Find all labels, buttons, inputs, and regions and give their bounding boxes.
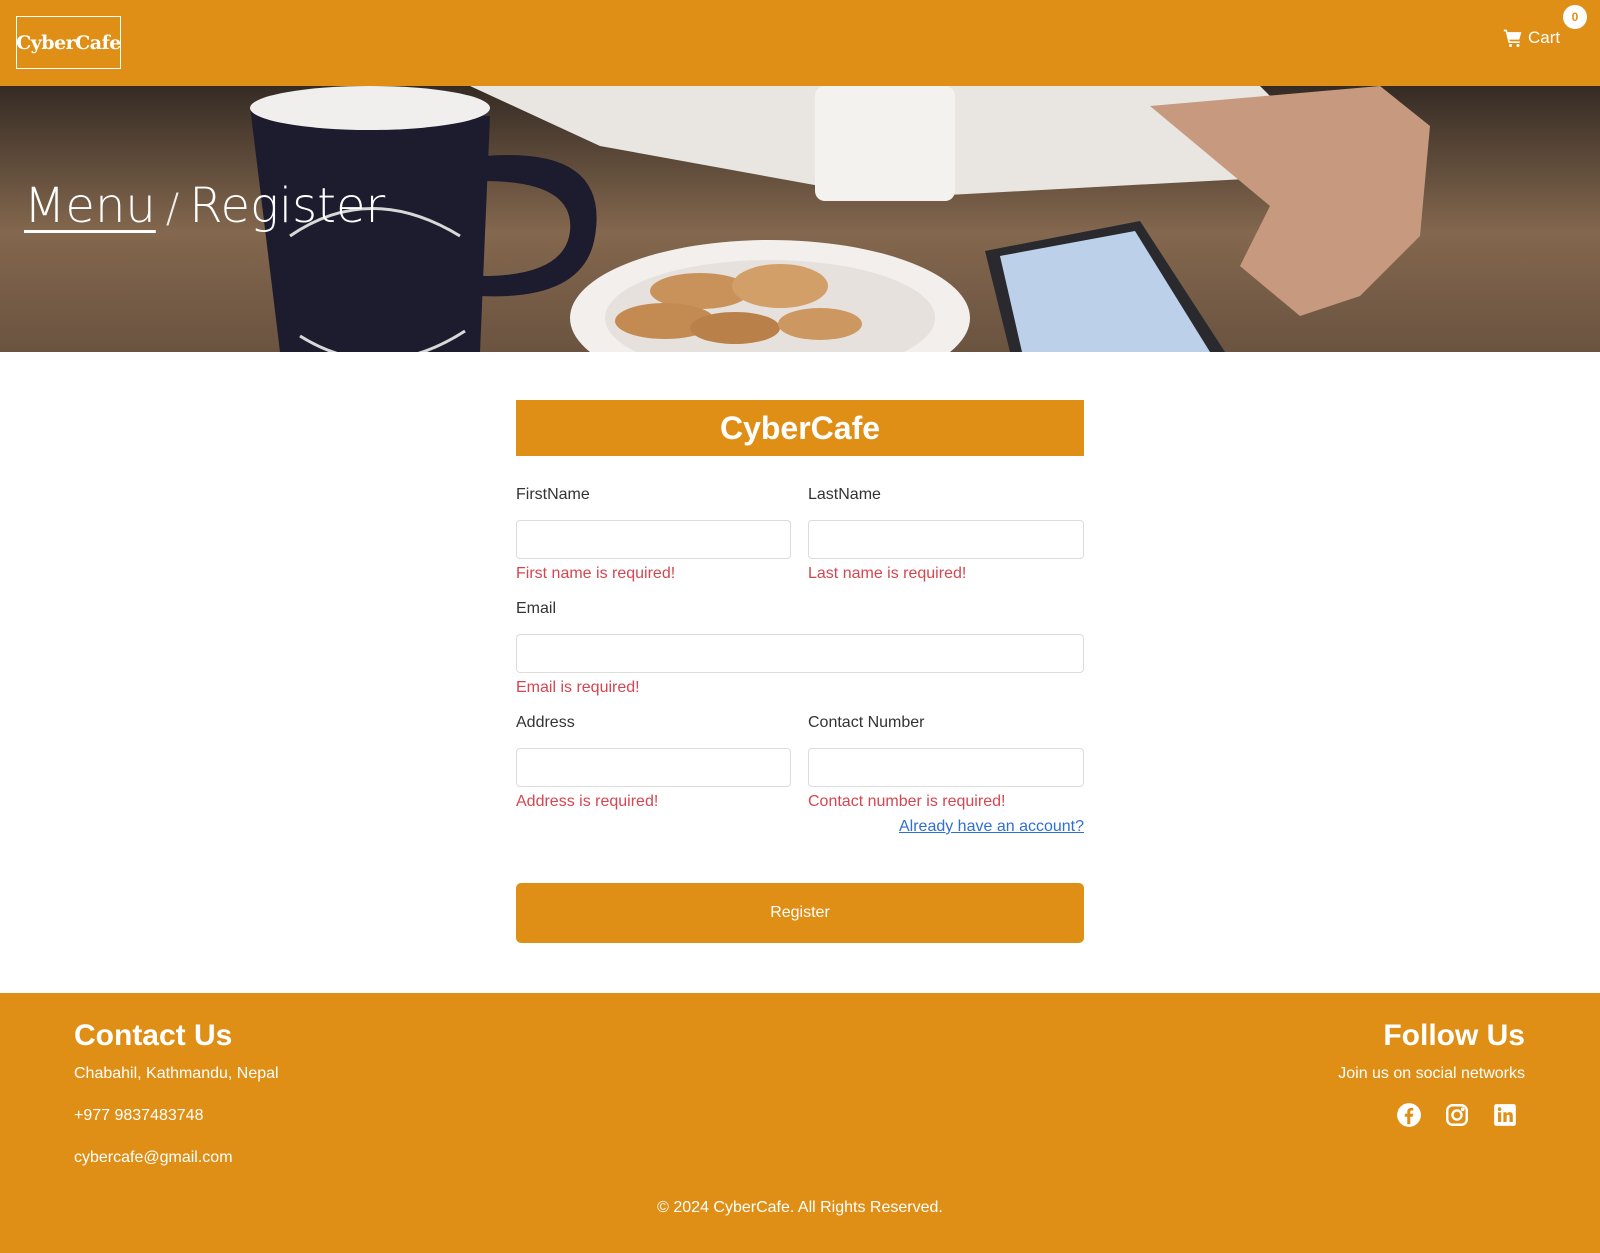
- follow-us-heading: Follow Us: [1383, 1019, 1525, 1052]
- contact-us-heading: Contact Us: [74, 1019, 233, 1052]
- cart-count-badge: 0: [1563, 5, 1587, 29]
- breadcrumb-menu-link[interactable]: Menu: [24, 178, 156, 234]
- first-name-input[interactable]: [516, 520, 791, 559]
- contact-number-label: Contact Number: [808, 714, 925, 731]
- hero-banner: Menu / Register: [0, 86, 1600, 352]
- email-group: Email Email is required!: [516, 600, 1084, 697]
- already-have-account-link[interactable]: Already have an account?: [899, 818, 1084, 836]
- address-label: Address: [516, 714, 575, 731]
- top-navbar: CyberCafe Cart 0: [0, 0, 1600, 86]
- breadcrumb-separator: /: [165, 186, 180, 232]
- copyright-text: © 2024 CyberCafe. All Rights Reserved.: [657, 1199, 943, 1216]
- email-label: Email: [516, 600, 557, 617]
- first-name-group: FirstName First name is required!: [516, 486, 791, 583]
- breadcrumb-current: Register: [189, 178, 386, 234]
- follow-us-subtitle: Join us on social networks: [1338, 1065, 1525, 1082]
- first-name-error: First name is required!: [516, 565, 676, 582]
- shopping-cart-icon: [1503, 28, 1523, 48]
- last-name-input[interactable]: [808, 520, 1084, 559]
- last-name-error: Last name is required!: [808, 565, 967, 582]
- social-links: [1396, 1102, 1518, 1128]
- contact-number-error: Contact number is required!: [808, 793, 1006, 810]
- form-title: CyberCafe: [516, 400, 1084, 456]
- email-error: Email is required!: [516, 679, 640, 696]
- logo[interactable]: CyberCafe: [16, 16, 121, 69]
- address-error: Address is required!: [516, 793, 659, 810]
- first-name-label: FirstName: [516, 486, 590, 503]
- breadcrumb: Menu / Register: [24, 178, 385, 234]
- register-button[interactable]: Register: [516, 883, 1084, 943]
- footer-email: cybercafe@gmail.com: [74, 1149, 233, 1166]
- address-group: Address Address is required!: [516, 714, 791, 811]
- cart-button[interactable]: Cart: [1503, 26, 1560, 50]
- facebook-icon[interactable]: [1396, 1102, 1422, 1128]
- contact-number-input[interactable]: [808, 748, 1084, 787]
- contact-number-group: Contact Number Contact number is require…: [808, 714, 1084, 811]
- instagram-icon[interactable]: [1444, 1102, 1470, 1128]
- footer-address: Chabahil, Kathmandu, Nepal: [74, 1065, 279, 1082]
- register-form: CyberCafe FirstName First name is requir…: [516, 400, 1084, 943]
- footer: Contact Us Chabahil, Kathmandu, Nepal +9…: [0, 993, 1600, 1253]
- address-input[interactable]: [516, 748, 791, 787]
- last-name-label: LastName: [808, 486, 881, 503]
- footer-phone: +977 9837483748: [74, 1107, 204, 1124]
- email-input[interactable]: [516, 634, 1084, 673]
- linkedin-icon[interactable]: [1492, 1102, 1518, 1128]
- last-name-group: LastName Last name is required!: [808, 486, 1084, 583]
- cart-label: Cart: [1528, 28, 1561, 47]
